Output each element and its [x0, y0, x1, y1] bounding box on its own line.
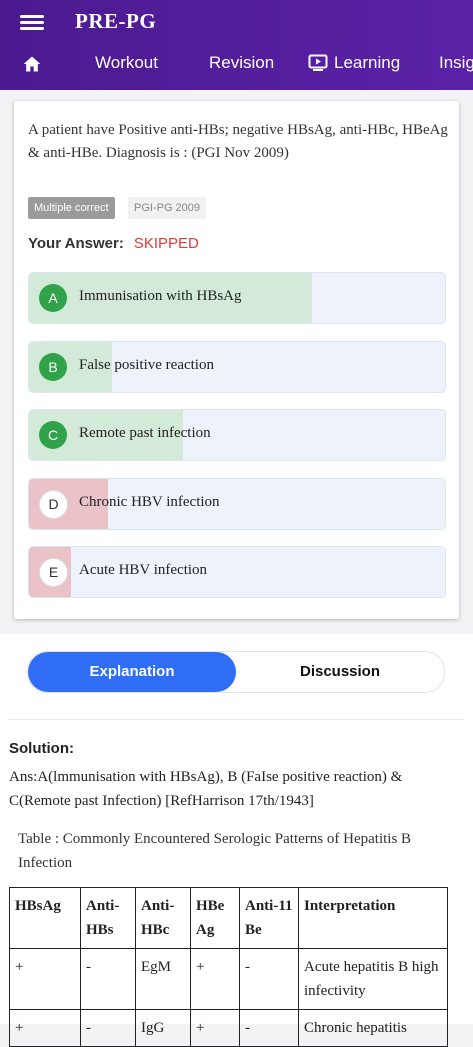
answer-status: SKIPPED — [133, 235, 199, 252]
table-cell: IgG — [135, 1009, 191, 1047]
serology-table: HBsAg Anti-HBs Anti-HBc HBe Ag Anti-11 B… — [9, 887, 448, 1047]
table-cell: - — [239, 948, 299, 1010]
option-a-letter: A — [39, 284, 67, 312]
table-cell: - — [80, 948, 136, 1010]
option-c[interactable]: C Remote past infection — [28, 409, 446, 461]
col-header: Anti-11 Be — [239, 887, 299, 949]
tab-explanation[interactable]: Explanation — [28, 652, 236, 692]
table-caption: Table : Commonly Encountered Serologic P… — [18, 831, 412, 871]
option-a[interactable]: A Immunisation with HBsAg — [28, 272, 446, 324]
option-e[interactable]: E Acute HBV infection — [28, 546, 446, 598]
table-cell: + — [190, 948, 240, 1010]
table-cell: + — [190, 1009, 240, 1047]
explanation-discussion-toggle: Explanation Discussion — [27, 651, 445, 693]
table-cell: - — [80, 1009, 136, 1047]
tag-multiple-correct: Multiple correct — [28, 197, 115, 219]
option-d[interactable]: D Chronic HBV infection — [28, 478, 446, 530]
nav-item-workout[interactable]: Workout — [95, 53, 158, 73]
option-e-letter: E — [39, 558, 68, 587]
divider — [8, 719, 464, 720]
tag-exam: PGI-PG 2009 — [128, 197, 207, 219]
col-header: HBsAg — [9, 887, 81, 949]
table-header-row: HBsAg Anti-HBs Anti-HBc HBe Ag Anti-11 B… — [9, 887, 448, 949]
table-row: + - EgM + - Acute hepatitis B high infec… — [9, 948, 448, 1010]
table-cell: + — [9, 1009, 81, 1047]
solution-text: Ans:A(lmmunisation with HBsAg), B (FaIse… — [9, 769, 403, 809]
explanation-section: Explanation Discussion Solution: Ans:A(l… — [0, 634, 473, 1047]
solution-label: Solution: — [9, 740, 74, 757]
col-header: Anti-HBs — [80, 887, 136, 949]
option-e-text: Acute HBV infection — [79, 562, 208, 578]
option-c-text: Remote past infection — [79, 425, 211, 441]
question-text: A patient have Positive anti-HBs; negati… — [28, 122, 448, 161]
table-cell: Acute hepatitis B high infectivity — [298, 948, 448, 1010]
tab-discussion[interactable]: Discussion — [236, 652, 444, 692]
option-d-text: Chronic HBV infection — [79, 494, 220, 510]
col-header: Anti-HBc — [135, 887, 191, 949]
col-header: Interpretation — [298, 887, 448, 949]
table-cell: + — [9, 948, 81, 1010]
your-answer-label: Your Answer: — [28, 235, 124, 252]
your-answer: Your Answer: SKIPPED — [28, 235, 199, 252]
option-b-letter: B — [39, 353, 67, 381]
option-d-letter: D — [39, 490, 68, 519]
app-title: PRE-PG — [75, 9, 157, 33]
option-a-text: Immunisation with HBsAg — [79, 288, 242, 304]
option-b-text: False positive reaction — [79, 357, 214, 373]
top-nav: Workout Revision Learning Insig — [0, 46, 473, 82]
question-card: A patient have Positive anti-HBs; negati… — [14, 101, 459, 619]
table-cell: EgM — [135, 948, 191, 1010]
nav-item-learning[interactable]: Learning — [308, 53, 400, 73]
play-screen-icon — [308, 54, 328, 71]
nav-item-insights[interactable]: Insig — [439, 53, 473, 73]
home-icon[interactable] — [22, 54, 42, 74]
menu-icon[interactable] — [20, 12, 44, 34]
nav-item-revision[interactable]: Revision — [209, 53, 274, 73]
option-c-letter: C — [39, 421, 67, 449]
nav-item-learning-label: Learning — [334, 53, 401, 72]
col-header: HBe Ag — [190, 887, 240, 949]
table-row: + - IgG + - Chronic hepatitis — [9, 1009, 448, 1047]
app-header: PRE-PG Workout Revision Learning Insig — [0, 0, 473, 90]
table-cell: - — [239, 1009, 299, 1047]
option-b[interactable]: B False positive reaction — [28, 341, 446, 393]
table-cell: Chronic hepatitis — [298, 1009, 448, 1047]
